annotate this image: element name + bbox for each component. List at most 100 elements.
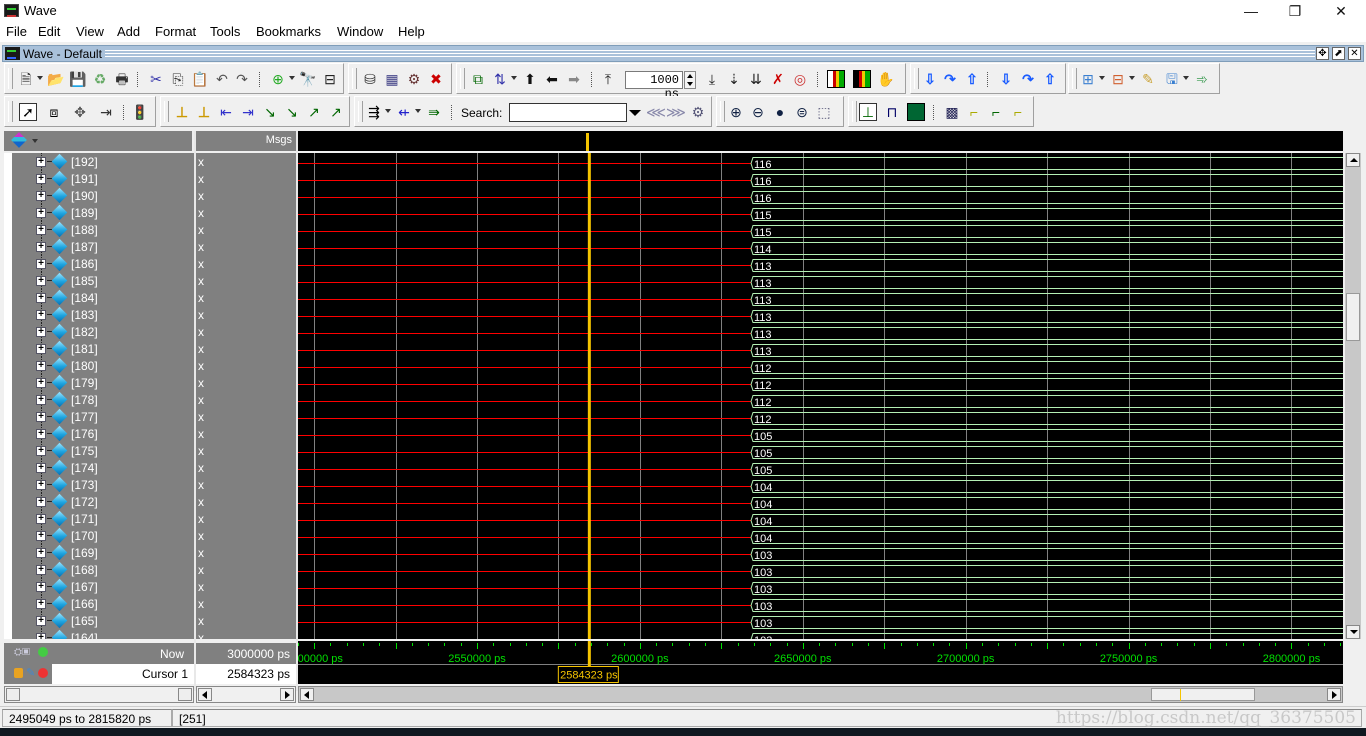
step-over-all-icon[interactable]: ↷ (1019, 70, 1037, 88)
signal-row[interactable]: + [175] (4, 442, 194, 459)
signal-row[interactable]: + [192] (4, 153, 194, 170)
wave-scroll-thumb[interactable] (1151, 688, 1255, 701)
menu-file[interactable]: File (6, 24, 27, 39)
search-dropdown-button[interactable] (627, 103, 644, 122)
signal-type-dropdown-icon[interactable] (32, 139, 38, 143)
compile-icon[interactable]: ⛁ (361, 70, 379, 88)
menu-bookmarks[interactable]: Bookmarks (256, 24, 321, 39)
close-button[interactable]: ✕ (1318, 0, 1364, 22)
search-prev-icon[interactable]: ⋘ (646, 103, 666, 121)
signal-row[interactable]: + [169] (4, 544, 194, 561)
new-dropdown-icon[interactable] (37, 76, 43, 80)
signal-row[interactable]: + [168] (4, 561, 194, 578)
search-options-icon[interactable]: ⚙ (689, 103, 707, 121)
wave-hscrollbar[interactable] (298, 686, 1343, 703)
run-length-spinner[interactable] (684, 71, 696, 89)
select-pointer-icon[interactable]: ➚ (19, 103, 37, 121)
step-into-all-icon[interactable]: ⇩ (997, 70, 1015, 88)
continue-icon[interactable]: ⇣ (725, 70, 743, 88)
find-binoculars-icon[interactable]: 🔭 (299, 70, 317, 88)
signal-row[interactable]: + [167] (4, 578, 194, 595)
simulate-icon[interactable]: ⚙ (405, 70, 423, 88)
find-prev-edge-icon[interactable]: ⇤ (217, 103, 235, 121)
layout-save-dropdown-icon[interactable] (1183, 76, 1189, 80)
cut-icon[interactable]: ✂ (147, 70, 165, 88)
signal-row[interactable]: + [185] (4, 272, 194, 289)
menu-format[interactable]: Format (155, 24, 196, 39)
wave-pattern-icon[interactable]: ▩ (943, 103, 961, 121)
expand-icon[interactable]: + (36, 463, 46, 473)
pane-splitter-left[interactable] (194, 131, 196, 691)
compile-all-icon[interactable]: ▦ (383, 70, 401, 88)
expand-icon[interactable]: + (36, 259, 46, 269)
step-over-icon[interactable]: ↷ (941, 70, 959, 88)
expand-icon[interactable]: + (36, 276, 46, 286)
find-prev-falling-icon[interactable]: ↘ (261, 103, 279, 121)
wave-bus-icon[interactable] (907, 103, 925, 121)
expand-icon[interactable]: + (36, 616, 46, 626)
menu-tools[interactable]: Tools (210, 24, 240, 39)
signal-row[interactable]: + [190] (4, 187, 194, 204)
stop-icon[interactable]: ✗ (769, 70, 787, 88)
find-next-falling-icon[interactable]: ↘ (283, 103, 301, 121)
up-arrow-icon[interactable]: ⬆ (521, 70, 539, 88)
subwindow-close-button[interactable]: ✕ (1348, 47, 1361, 60)
wave-scroll-right-button[interactable] (1327, 688, 1341, 701)
expand-icon[interactable]: + (36, 225, 46, 235)
signal-row[interactable]: + [183] (4, 306, 194, 323)
edit-cursor-icon[interactable]: ✎ (26, 666, 35, 679)
new-file-icon[interactable]: 🗎 (17, 70, 35, 88)
expand-icon[interactable]: + (36, 582, 46, 592)
signal-row[interactable]: + [189] (4, 204, 194, 221)
paste-icon[interactable]: 📋 (191, 70, 209, 88)
layout-apply-icon[interactable]: ➾ (1193, 70, 1211, 88)
right-arrow-icon[interactable]: ➡ (565, 70, 583, 88)
run-all-icon[interactable]: ⇊ (747, 70, 765, 88)
collapse-tree-icon[interactable]: ⊟ (321, 70, 339, 88)
signal-row[interactable]: + [166] (4, 595, 194, 612)
signal-row[interactable]: + [171] (4, 510, 194, 527)
memory-icon[interactable] (853, 70, 871, 88)
waveform-view[interactable]: 116 116 116 115 115 114 113 113 113 113 113 113 112 1… (298, 153, 1343, 639)
run-icon[interactable]: ⤓ (703, 70, 721, 88)
collapse-time-icon[interactable]: ⇷ (395, 103, 413, 121)
zoom-out-icon[interactable]: ⊖ (749, 103, 767, 121)
wave-scroll-left-button[interactable] (300, 688, 314, 701)
expand-icon[interactable]: + (36, 565, 46, 575)
signal-row[interactable]: + [176] (4, 425, 194, 442)
expand-icon[interactable]: + (36, 344, 46, 354)
reload-icon[interactable]: ♻ (91, 70, 109, 88)
delete-cursor-icon[interactable]: ⊥ (195, 103, 213, 121)
expand-icon[interactable]: + (36, 599, 46, 609)
search-next-icon[interactable]: ⋙ (666, 103, 686, 121)
wave-edge1-icon[interactable]: ⌐ (965, 103, 983, 121)
find-prev-rising-icon[interactable]: ↗ (305, 103, 323, 121)
signal-row[interactable]: + [191] (4, 170, 194, 187)
expand-icon[interactable]: + (36, 412, 46, 422)
wave-single-icon[interactable]: ⊥ (859, 103, 877, 121)
expand-icon[interactable]: + (36, 395, 46, 405)
signal-row[interactable]: + [178] (4, 391, 194, 408)
open-folder-icon[interactable]: 📂 (47, 70, 65, 88)
insert-cursor-icon[interactable]: ⊥ (173, 103, 191, 121)
find-next-rising-icon[interactable]: ↗ (327, 103, 345, 121)
step-out-icon[interactable]: ⇧ (963, 70, 981, 88)
expand-icon[interactable]: + (36, 548, 46, 558)
expand-icon[interactable]: + (36, 157, 46, 167)
menu-view[interactable]: View (76, 24, 104, 39)
expand-icon[interactable]: + (36, 327, 46, 337)
expand-icon[interactable]: + (36, 480, 46, 490)
redo-icon[interactable]: ↷ (233, 70, 251, 88)
layout-remove-icon[interactable]: ⊟ (1109, 70, 1127, 88)
pan-mode-icon[interactable]: ✥ (71, 103, 89, 121)
layout-edit-icon[interactable]: ✎ (1139, 70, 1157, 88)
signal-row[interactable]: + [184] (4, 289, 194, 306)
expand-icon[interactable]: + (36, 242, 46, 252)
layout-add-dropdown-icon[interactable] (1099, 76, 1105, 80)
find-next-edge-icon[interactable]: ⇥ (239, 103, 257, 121)
insert-dropdown-icon[interactable] (511, 76, 517, 80)
expand-icon[interactable]: + (36, 208, 46, 218)
left-arrow-icon[interactable]: ⬅ (543, 70, 561, 88)
tree-scroll-left-button[interactable] (6, 688, 20, 701)
signal-row[interactable]: + [179] (4, 374, 194, 391)
